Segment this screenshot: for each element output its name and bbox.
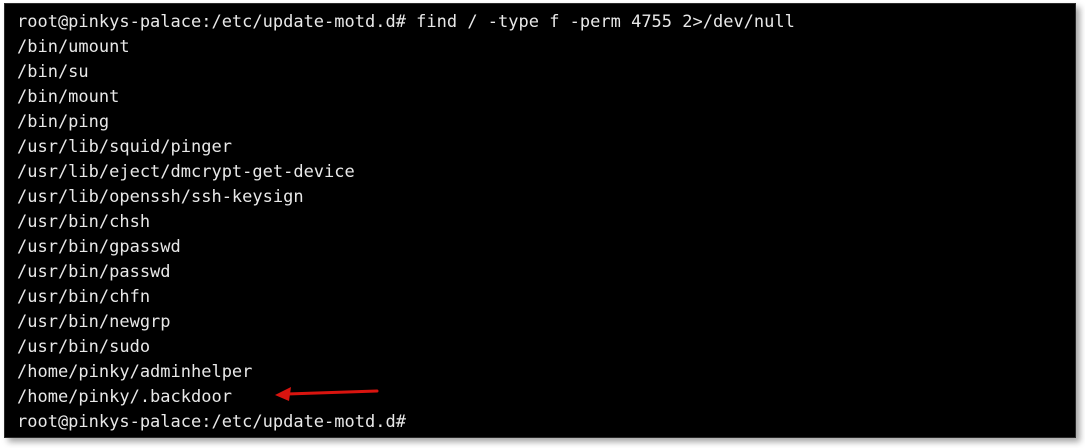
terminal-output-line: /usr/bin/newgrp xyxy=(17,312,171,332)
terminal-output-line-highlighted: /home/pinky/.backdoor xyxy=(17,387,232,407)
terminal-output-line: /bin/mount xyxy=(17,87,120,107)
terminal-prompt[interactable]: root@pinkys-palace:/etc/update-motd.d# xyxy=(17,410,795,435)
terminal-output-line: /usr/bin/chsh xyxy=(17,212,151,232)
terminal-window[interactable]: root@pinkys-palace:/etc/update-motd.d# f… xyxy=(4,3,1076,438)
terminal-command-line: root@pinkys-palace:/etc/update-motd.d# f… xyxy=(17,12,795,32)
terminal-output-line: /usr/bin/passwd xyxy=(17,262,171,282)
terminal-output-line: /bin/umount xyxy=(17,37,130,57)
terminal-output-line: /usr/bin/gpasswd xyxy=(17,237,181,257)
terminal-output-line: /usr/lib/eject/dmcrypt-get-device xyxy=(17,162,355,182)
terminal-output-line: /usr/bin/chfn xyxy=(17,287,151,307)
terminal-output: root@pinkys-palace:/etc/update-motd.d# f… xyxy=(17,10,795,435)
terminal-output-line: /usr/bin/sudo xyxy=(17,337,151,357)
terminal-output-line: /home/pinky/adminhelper xyxy=(17,362,253,382)
terminal-output-line: /bin/su xyxy=(17,62,89,82)
arrow-shaft xyxy=(285,389,379,396)
terminal-output-line: /bin/ping xyxy=(17,112,110,132)
terminal-output-line: /usr/lib/squid/pinger xyxy=(17,137,232,157)
terminal-output-line: /usr/lib/openssh/ssh-keysign xyxy=(17,187,304,207)
red-arrow-left-icon xyxy=(275,387,379,401)
arrow-head xyxy=(275,387,291,401)
